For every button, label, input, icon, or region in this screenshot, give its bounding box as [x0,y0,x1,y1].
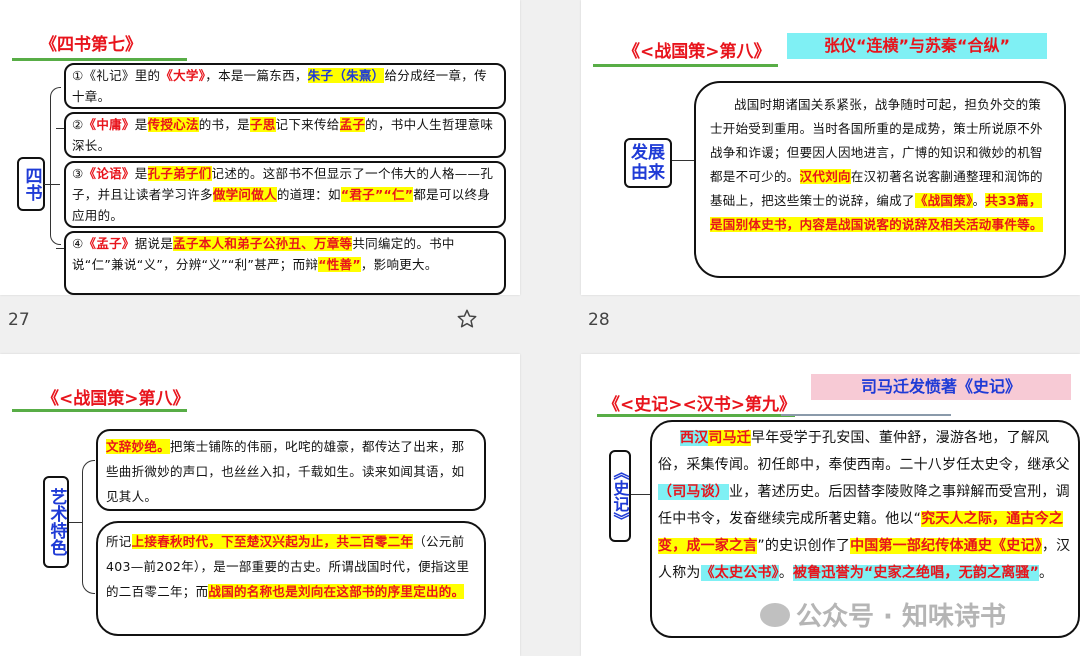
side-label-yishu: 艺术特色 [43,476,69,568]
item-daxue: ①《礼记》里的《大学》，本是一篇东西，朱子（朱熹）给分成经一章，传十章。 [64,63,506,109]
title-underline [12,58,187,61]
title-underline [12,409,187,412]
slide-29-thumbnail[interactable]: 《<战国策>第八》 艺术特色 文辞妙绝。把策士铺陈的伟丽，叱咤的雄豪，都传达了出… [0,354,520,656]
slide-subtitle: 司马迁发愤著《史记》 [811,374,1071,400]
item-lunyu: ③《论语》是孔子弟子们记述的。这部书不但显示了一个伟大的人格——孔子，并且让读者… [64,161,506,228]
title-underline [593,64,778,67]
slide-title: 《<战国策>第八》 [42,389,190,409]
bracket-stem [69,522,83,523]
side-label-sishu: 四书 [17,157,45,211]
star-icon[interactable] [456,308,478,330]
body-origin: 战国时期诸国关系紧张，战争随时可起，担负外交的策士开始受到重用。当时各国所重的是… [694,81,1066,278]
slide-title: 《<史记><汉书>第九》 [603,395,796,415]
slide-subtitle: 张仪“连横”与苏秦“合纵” [787,33,1047,59]
side-label-shiji: 《史记》 [609,450,631,542]
label-connector [631,494,651,495]
slide-title: 《四书第七》 [40,35,142,55]
bracket-connector [50,87,61,245]
title-underline [597,414,795,417]
slide-28-thumbnail[interactable]: 《<战国策>第八》 张仪“连横”与苏秦“合纵” 发展由来 战国时期诸国关系紧张，… [581,0,1080,295]
wechat-icon [760,602,790,627]
slide-number-27: 27 [8,310,30,330]
bracket-stem [44,184,60,185]
side-label-fazhan: 发展由来 [624,138,672,188]
slide-title: 《<战国策>第八》 [623,42,771,62]
slide-number-28: 28 [588,310,610,330]
box-suoji: 所记上接春秋时代，下至楚汉兴起为止，共二百零二年（公元前403—前202年），是… [96,521,486,636]
watermark: 公众号 · 知味诗书 [760,596,1006,633]
item-mengzi: ④《孟子》据说是孟子本人和弟子公孙丑、万章等共同编定的。书中说“仁”兼说“义”，… [64,231,506,295]
label-connector [672,160,694,161]
box-wenci: 文辞妙绝。把策士铺陈的伟丽，叱咤的雄豪，都传达了出来，那些曲折微妙的声口，也丝丝… [96,429,486,511]
bracket-connector [82,460,95,594]
slide-27-thumbnail[interactable]: 《四书第七》 四书 ①《礼记》里的《大学》，本是一篇东西，朱子（朱熹）给分成经一… [0,0,520,295]
item-zhongyong: ②《中庸》是传授心法的书，是子思记下来传给孟子的，书中人生哲理意味深长。 [64,112,506,158]
title-underline-extension [781,414,951,416]
